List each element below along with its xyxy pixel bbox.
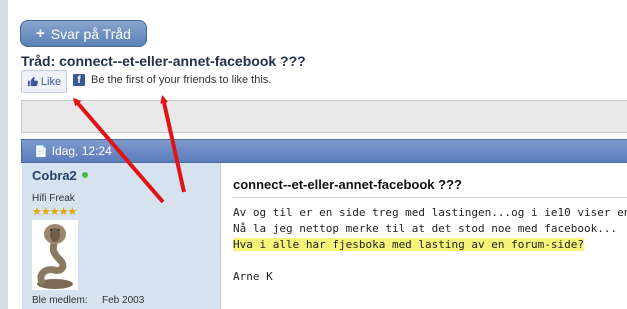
facebook-icon: f xyxy=(73,74,85,86)
thumbs-up-icon xyxy=(27,76,38,87)
post-body: connect--et-eller-annet-facebook ??? Av … xyxy=(221,163,627,309)
post-line-2: Nå la jeg nettop merke til at det stod n… xyxy=(233,222,618,235)
thread-title: Tråd: connect--et-eller-annet-facebook ?… xyxy=(21,53,306,69)
thread-label: Tråd: xyxy=(21,53,56,69)
user-title: Hifi Freak xyxy=(32,193,75,204)
facebook-friends-text: Be the first of your friends to like thi… xyxy=(91,74,272,86)
post-line-1: Av og til er en side treg med lastingen.… xyxy=(233,206,627,219)
thread-title-link[interactable]: connect--et-eller-annet-facebook ??? xyxy=(59,53,306,69)
username-link[interactable]: Cobra2 xyxy=(32,168,77,183)
avatar[interactable] xyxy=(32,220,78,290)
post-title: connect--et-eller-annet-facebook ??? xyxy=(233,177,462,192)
post-header: 📄 Idag, 12:24 xyxy=(21,139,627,163)
post-divider xyxy=(233,197,627,198)
cobra-avatar-icon xyxy=(37,224,73,289)
like-label: Like xyxy=(40,75,62,88)
post-toolbar-bar xyxy=(21,100,627,133)
highlighted-text: Hva i alle har fjesboka med lasting av e… xyxy=(233,238,584,251)
online-status-icon xyxy=(82,172,88,178)
reputation-stars-icon: ★★★★★ xyxy=(32,206,77,218)
facebook-like-button[interactable]: Like xyxy=(21,70,67,93)
post-line-3: Hva i alle har fjesboka med lasting av e… xyxy=(233,238,584,251)
post-signature: Arne K xyxy=(233,270,273,283)
left-gutter xyxy=(0,0,8,309)
reply-button[interactable]: + Svar på Tråd xyxy=(20,20,147,47)
document-icon: 📄 xyxy=(34,145,48,158)
plus-icon: + xyxy=(36,25,45,42)
reply-button-label: Svar på Tråd xyxy=(50,25,131,42)
member-since-value: Feb 2003 xyxy=(102,295,145,306)
member-since-label: Ble medlem: xyxy=(32,295,88,306)
user-info-panel: Cobra2 Hifi Freak ★★★★★ Ble medlem: Feb … xyxy=(22,163,221,309)
post-date: Idag, 12:24 xyxy=(51,144,112,158)
